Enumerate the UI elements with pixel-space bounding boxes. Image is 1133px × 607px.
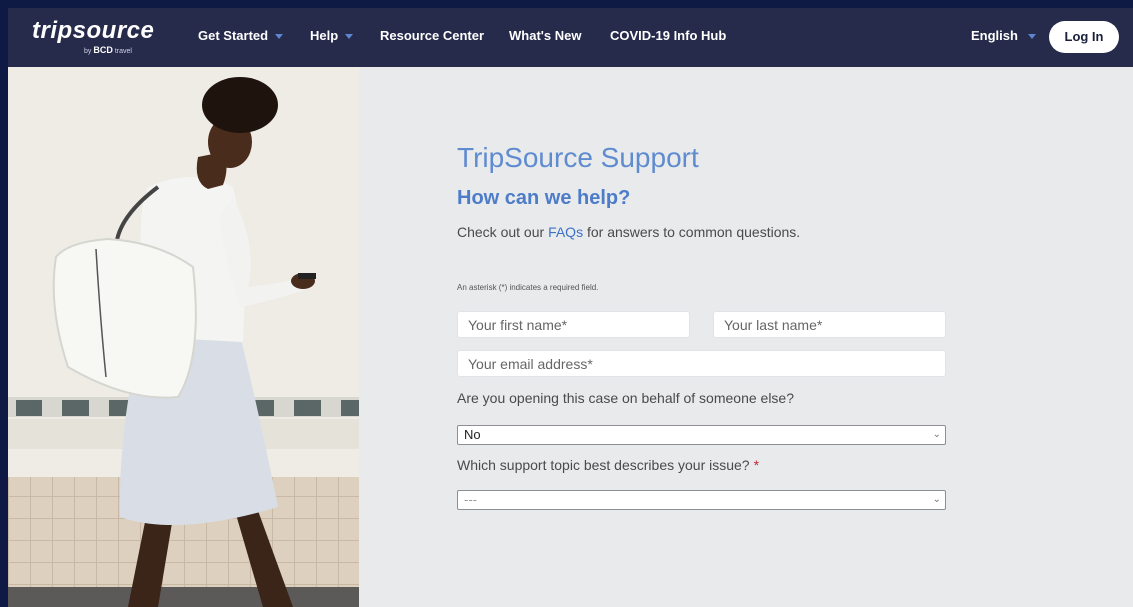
- nav-get-started-label: Get Started: [198, 28, 269, 43]
- nav-whats-new-label: What's New: [509, 28, 582, 43]
- logo-sub-by: by: [84, 48, 92, 55]
- chevron-down-icon: ⌄: [932, 429, 941, 440]
- nav-help-label: Help: [310, 28, 339, 43]
- nav-resource-center-label: Resource Center: [380, 28, 485, 43]
- topic-question-text: Which support topic best describes your …: [457, 457, 750, 473]
- faq-line: Check out our FAQs for answers to common…: [457, 224, 800, 240]
- required-asterisk: *: [753, 457, 760, 473]
- caret-down-icon: [345, 34, 354, 40]
- faq-link[interactable]: FAQs: [548, 224, 583, 240]
- logo-subtitle: by BCD travel: [84, 45, 132, 55]
- tripsource-logo[interactable]: tripsource by BCD travel: [32, 17, 155, 56]
- topic-question-label: Which support topic best describes your …: [457, 457, 759, 473]
- last-name-field[interactable]: [713, 311, 946, 338]
- nav-covid-hub[interactable]: COVID-19 Info Hub: [610, 28, 726, 43]
- help-heading: How can we help?: [457, 187, 631, 209]
- caret-down-icon: [275, 34, 284, 40]
- caret-down-icon: [1027, 34, 1036, 40]
- top-nav: tripsource by BCD travel Get Started Hel…: [8, 8, 1133, 67]
- nav-help[interactable]: Help: [310, 28, 354, 43]
- required-note: An asterisk (*) indicates a required fie…: [457, 283, 599, 292]
- nav-get-started[interactable]: Get Started: [198, 28, 284, 43]
- logo-sub-travel: travel: [114, 48, 132, 55]
- faq-prefix: Check out our: [457, 224, 549, 240]
- language-selector[interactable]: English: [971, 28, 1036, 43]
- first-name-field[interactable]: [457, 311, 690, 338]
- login-button[interactable]: Log In: [1049, 21, 1119, 53]
- faq-suffix: for answers to common questions.: [583, 224, 801, 240]
- logo-sub-brand: BCD: [93, 45, 113, 55]
- logo-wordmark: tripsource: [32, 17, 155, 44]
- topic-select-value: ---: [464, 492, 477, 507]
- woman-walking-illustration: [52, 77, 316, 607]
- nav-resource-center[interactable]: Resource Center: [380, 28, 484, 43]
- nav-covid-hub-label: COVID-19 Info Hub: [610, 28, 727, 43]
- chevron-down-icon: ⌄: [932, 494, 941, 505]
- topic-select[interactable]: --- ⌄: [457, 490, 946, 510]
- nav-whats-new[interactable]: What's New: [509, 28, 581, 43]
- email-field[interactable]: [457, 350, 946, 377]
- behalf-question-label: Are you opening this case on behalf of s…: [457, 390, 795, 406]
- behalf-select-value: No: [464, 427, 481, 442]
- hero-photo: [8, 67, 359, 607]
- language-label: English: [971, 28, 1018, 43]
- support-title: TripSource Support: [457, 142, 699, 173]
- behalf-select[interactable]: No ⌄: [457, 425, 946, 445]
